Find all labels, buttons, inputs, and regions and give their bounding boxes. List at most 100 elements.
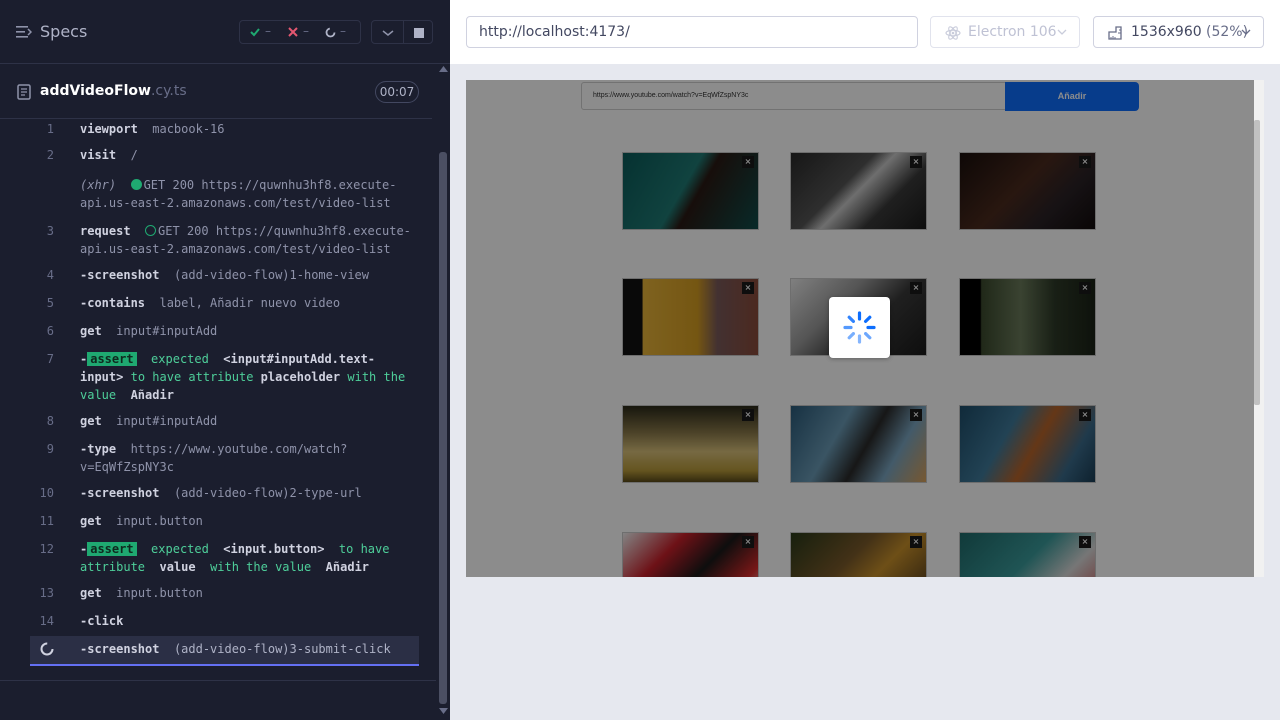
browser-chevron-down-icon bbox=[1057, 29, 1067, 35]
command-message: input#inputAdd bbox=[116, 414, 218, 428]
test-stats: – – – bbox=[239, 20, 361, 44]
command-number: 4 bbox=[46, 268, 54, 282]
loading-spinner bbox=[829, 297, 890, 358]
assert-badge: assert bbox=[87, 542, 137, 556]
spec-file-ext: .cy.ts bbox=[150, 83, 187, 99]
scroll-down-icon[interactable] bbox=[439, 708, 448, 714]
assert-word: to have attribute bbox=[130, 370, 254, 384]
command-number: 5 bbox=[46, 296, 54, 310]
assert-attr: placeholder bbox=[260, 370, 341, 384]
pending-count: – bbox=[340, 24, 346, 38]
app-under-test-frame: https://www.youtube.com/watch?v=EqWfZspN… bbox=[466, 80, 1254, 577]
command-number: 2 bbox=[46, 148, 54, 162]
command-number: 14 bbox=[39, 614, 54, 628]
run-controls bbox=[371, 20, 433, 44]
spec-file-header: addVideoFlow.cy.ts 00:07 bbox=[0, 65, 432, 119]
command-name: -screenshot bbox=[80, 486, 160, 500]
command-name: get bbox=[80, 514, 102, 528]
assert-value: Añadir bbox=[130, 388, 174, 402]
pending-spinner-icon bbox=[325, 27, 336, 38]
ruler-icon bbox=[1108, 26, 1122, 40]
command-number: 13 bbox=[39, 586, 54, 600]
assert-word: attribute bbox=[80, 560, 146, 574]
command-message: (add-video-flow)2-type-url bbox=[173, 486, 362, 500]
command-name: -click bbox=[80, 614, 124, 628]
command-message: (add-video-flow)1-home-view bbox=[173, 268, 370, 282]
command-message: label, Añadir nuevo video bbox=[159, 296, 341, 310]
command-name: -type bbox=[80, 442, 117, 456]
command-name: viewport bbox=[80, 122, 138, 136]
command-name: -screenshot bbox=[80, 268, 160, 282]
command-name: (xhr) bbox=[80, 178, 117, 192]
browser-selector[interactable]: Electron 106 bbox=[930, 16, 1080, 48]
command-message-cont: api.us-east-2.amazonaws.com/test/video-l… bbox=[80, 196, 391, 210]
assert-badge: assert bbox=[87, 352, 137, 366]
command-name: -screenshot bbox=[80, 642, 160, 656]
command-name: visit bbox=[80, 148, 117, 162]
command-message: input#inputAdd bbox=[116, 324, 218, 338]
assert-word: to have bbox=[338, 542, 390, 556]
scroll-up-icon[interactable] bbox=[439, 66, 448, 72]
command-name: get bbox=[80, 324, 102, 338]
command-message: GET 200 https://quwnhu3hf8.execute- bbox=[143, 178, 397, 192]
request-status-dot-icon bbox=[145, 225, 157, 236]
command-message: https://www.youtube.com/watch? bbox=[130, 442, 348, 456]
specs-menu-icon[interactable] bbox=[16, 25, 32, 39]
assert-subject: <input#inputAdd.text- bbox=[223, 352, 376, 366]
command-name: get bbox=[80, 586, 102, 600]
assert-subject-cont: input> bbox=[80, 370, 124, 384]
reporter-divider bbox=[0, 680, 436, 681]
viewport-selector[interactable]: 1536x960 (52%) bbox=[1093, 16, 1264, 48]
viewport-chevron-down-icon bbox=[1241, 29, 1251, 35]
browser-name: Electron 106 bbox=[968, 24, 1057, 40]
command-number: 3 bbox=[46, 224, 54, 238]
stop-icon[interactable] bbox=[414, 28, 424, 38]
document-icon bbox=[17, 84, 31, 100]
assert-word: with the value bbox=[210, 560, 312, 574]
command-number: 6 bbox=[46, 324, 54, 338]
assert-word: expected bbox=[151, 542, 209, 556]
assert-word: with the bbox=[347, 370, 406, 384]
command-name: request bbox=[80, 224, 131, 238]
command-number: 12 bbox=[39, 542, 54, 556]
command-number: 7 bbox=[46, 352, 54, 366]
failed-count: – bbox=[303, 24, 309, 38]
passed-check-icon bbox=[250, 28, 260, 37]
reporter-scrollbar-thumb[interactable] bbox=[439, 152, 447, 704]
command-message: input.button bbox=[116, 586, 203, 600]
loading-spinner-icon bbox=[843, 311, 876, 344]
spec-duration: 00:07 bbox=[375, 81, 419, 103]
spec-file-basename: addVideoFlow bbox=[40, 83, 151, 99]
command-number: 9 bbox=[46, 442, 54, 456]
specs-title[interactable]: Specs bbox=[40, 22, 87, 41]
command-message-cont: api.us-east-2.amazonaws.com/test/video-l… bbox=[80, 242, 391, 256]
spec-file-name[interactable]: addVideoFlow.cy.ts bbox=[40, 83, 187, 99]
assert-word: value bbox=[80, 388, 117, 402]
command-message: input.button bbox=[116, 514, 203, 528]
command-message: macbook-16 bbox=[152, 122, 225, 136]
command-number: 11 bbox=[39, 514, 54, 528]
passed-count: – bbox=[265, 24, 271, 38]
assert-value: Añadir bbox=[325, 560, 370, 574]
command-message: GET 200 https://quwnhu3hf8.execute- bbox=[158, 224, 411, 238]
assert-attr: value bbox=[159, 560, 196, 574]
assert-subject: <input.button> bbox=[223, 542, 325, 556]
command-number: 8 bbox=[46, 414, 54, 428]
command-name: -contains bbox=[80, 296, 146, 310]
failed-x-icon bbox=[288, 27, 298, 37]
running-spinner-icon bbox=[40, 642, 54, 656]
url-bar[interactable]: http://localhost:4173/ bbox=[466, 16, 918, 48]
command-prefix: - bbox=[80, 352, 88, 366]
command-prefix: - bbox=[80, 542, 88, 556]
command-message-cont: v=EqWfZspNY3c bbox=[80, 460, 174, 474]
aut-scrollbar-thumb[interactable] bbox=[1254, 120, 1260, 405]
assert-word: expected bbox=[151, 352, 209, 366]
command-name: get bbox=[80, 414, 102, 428]
command-number: 10 bbox=[39, 486, 54, 500]
command-message: / bbox=[130, 148, 138, 162]
command-message: (add-video-flow)3-submit-click bbox=[173, 642, 391, 656]
viewport-size: 1536x960 bbox=[1131, 24, 1202, 40]
command-log: 1 viewport macbook-16 2 visit / (xhr) GE… bbox=[0, 120, 436, 680]
chevron-down-icon[interactable] bbox=[382, 28, 394, 38]
xhr-status-dot-icon bbox=[130, 179, 142, 190]
